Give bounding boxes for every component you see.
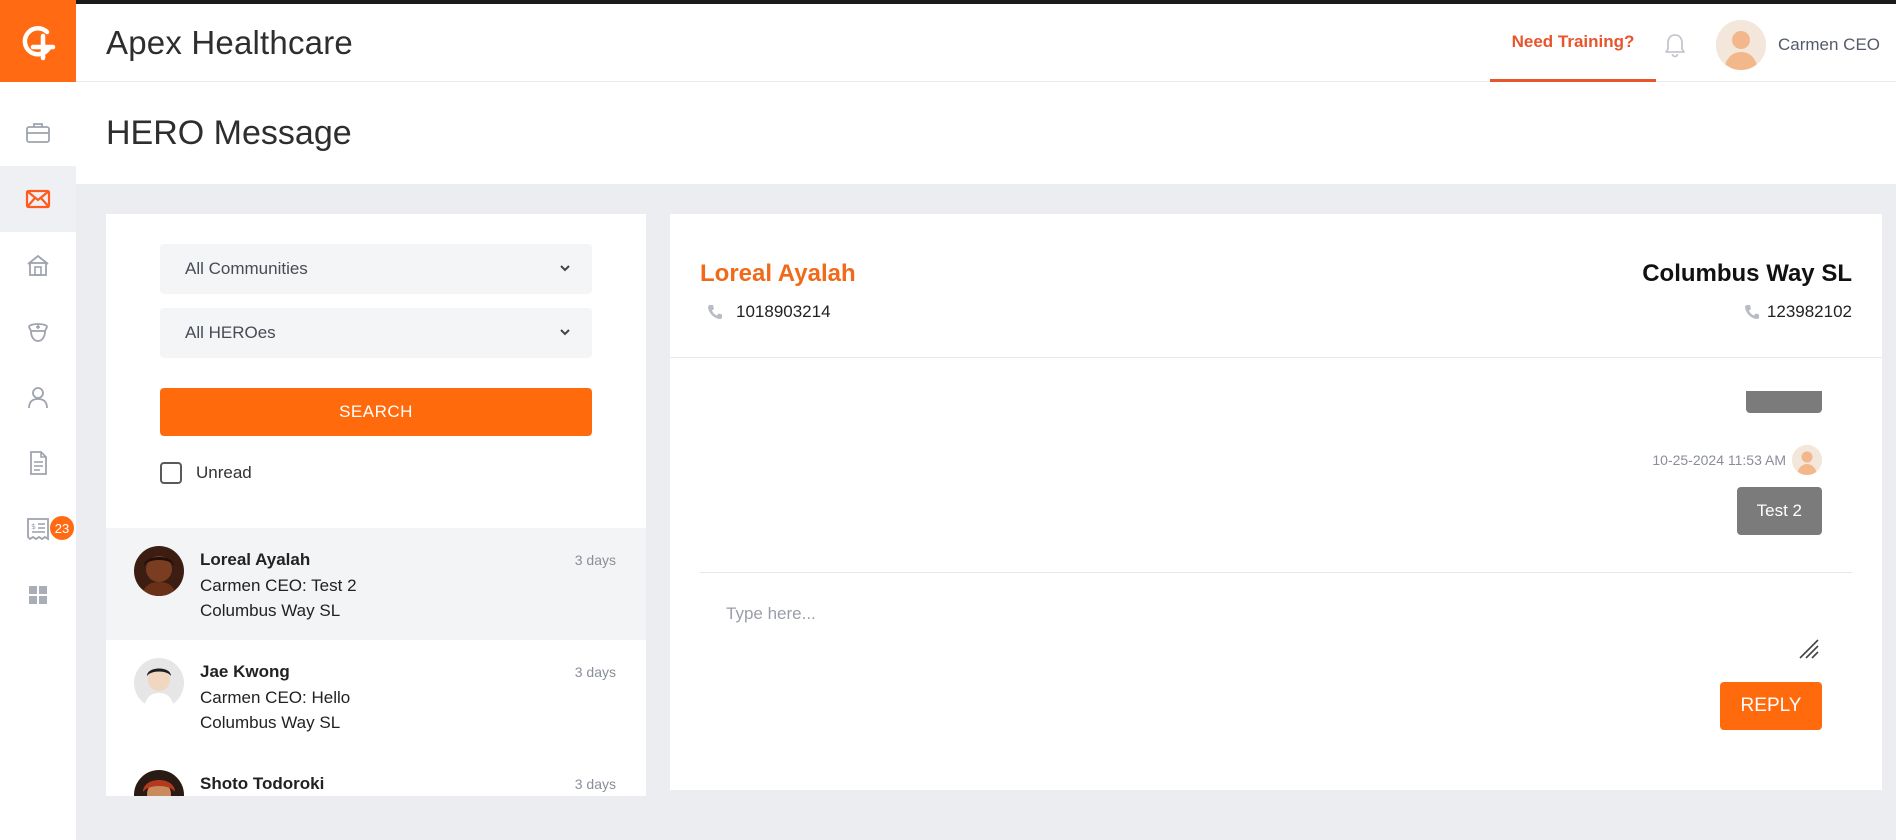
conversation-item[interactable]: Jae Kwong 3 days Carmen CEO: Hello Colum…: [106, 640, 646, 752]
conversation-community: Columbus Way SL: [200, 601, 341, 620]
chevron-down-icon: [560, 329, 570, 336]
sidebar-item-dashboard[interactable]: [0, 562, 76, 628]
nurse-cap-icon: [28, 323, 48, 342]
message-history[interactable]: 10-25-2024 11:53 AM Test 2: [670, 359, 1882, 537]
hero-select[interactable]: All HEROes: [160, 308, 592, 358]
envelope-icon: [25, 189, 51, 209]
user-name: Carmen CEO: [1778, 35, 1881, 54]
user-avatar-icon: [1792, 445, 1822, 475]
community-select[interactable]: All Communities: [160, 244, 592, 294]
grid-icon: [29, 586, 47, 604]
chevron-down-icon: [560, 265, 570, 272]
conversation-item[interactable]: Shoto Todoroki 3 days: [106, 752, 646, 796]
unread-label: Unread: [196, 463, 252, 482]
conversation-item[interactable]: Loreal Ayalah 3 days Carmen CEO: Test 2 …: [106, 528, 646, 640]
contact-phone-number: 1018903214: [736, 302, 831, 321]
conversation-time: 3 days: [574, 552, 616, 568]
sidebar-item-messages[interactable]: [0, 166, 76, 232]
reply-input[interactable]: [700, 588, 1852, 680]
sidebar-item-documents[interactable]: [0, 430, 76, 496]
person-avatar-icon: [134, 546, 184, 596]
home-icon: [27, 254, 49, 276]
community-phone: 123982102: [1743, 302, 1852, 322]
search-button[interactable]: SEARCH: [160, 388, 592, 436]
need-training-link[interactable]: Need Training?: [1490, 4, 1656, 82]
user-avatar-icon: [1716, 20, 1766, 70]
conversation-name: Jae Kwong: [200, 662, 290, 681]
page-header: HERO Message: [76, 82, 1896, 184]
sidebar-item-billing[interactable]: $ 23: [0, 496, 76, 562]
conversation-avatar: [134, 770, 184, 796]
user-icon: [28, 387, 48, 409]
conversation-name: Shoto Todoroki: [200, 774, 325, 793]
briefcase-icon: [26, 123, 50, 143]
apex-plus-logo-icon: [22, 26, 56, 61]
user-menu[interactable]: Carmen CEO: [1716, 19, 1880, 71]
person-avatar-icon: [134, 770, 184, 796]
conversation-preview: Carmen CEO: Test 2: [200, 576, 357, 595]
community-phone-number: 123982102: [1766, 302, 1852, 321]
conversation-avatar: [134, 546, 184, 596]
sidebar-item-heroes[interactable]: [0, 298, 76, 364]
message-timestamp: 10-25-2024 11:53 AM: [1652, 452, 1786, 468]
unread-checkbox[interactable]: [160, 462, 182, 484]
message-thread-panel: Loreal Ayalah 1018903214 Columbus Way SL…: [670, 214, 1882, 790]
sidebar: $ 23: [0, 82, 76, 840]
thread-header: Loreal Ayalah 1018903214 Columbus Way SL…: [670, 214, 1882, 358]
conversation-community: Columbus Way SL: [200, 713, 341, 732]
community-name: Columbus Way SL: [1642, 260, 1852, 287]
message-bubble: Test 2: [1736, 487, 1822, 535]
resize-handle-icon[interactable]: [1798, 638, 1820, 660]
billing-count-badge: 23: [50, 516, 74, 540]
apex-logo[interactable]: [0, 0, 76, 86]
sender-avatar: [1792, 445, 1822, 475]
message-meta: 10-25-2024 11:53 AM: [1652, 445, 1822, 475]
hero-select-value: All HEROes: [185, 323, 276, 342]
bell-icon: [1665, 34, 1685, 58]
conversation-preview: Carmen CEO: Hello: [200, 688, 351, 707]
person-avatar-icon: [134, 658, 184, 708]
notifications-button[interactable]: [1660, 30, 1690, 60]
page-title: HERO Message: [106, 114, 352, 152]
sidebar-item-users[interactable]: [0, 364, 76, 430]
conversation-list-panel: All Communities All HEROes SEARCH Unread…: [106, 214, 646, 796]
conversation-name: Loreal Ayalah: [200, 550, 311, 569]
user-avatar: [1716, 20, 1766, 70]
sidebar-item-jobs[interactable]: [0, 100, 76, 166]
phone-icon: [708, 305, 722, 319]
app-title: Apex Healthcare: [106, 24, 353, 61]
unread-filter[interactable]: Unread: [160, 462, 252, 484]
composer-divider: [700, 572, 1852, 573]
receipt-icon: $: [27, 518, 49, 541]
conversation-time: 3 days: [574, 776, 616, 792]
conversation-avatar: [134, 658, 184, 708]
conversation-time: 3 days: [574, 664, 616, 680]
contact-phone: 1018903214: [706, 302, 831, 322]
phone-icon: [1744, 305, 1759, 319]
community-select-value: All Communities: [185, 259, 308, 278]
reply-button[interactable]: REPLY: [1720, 682, 1822, 730]
contact-name[interactable]: Loreal Ayalah: [700, 260, 856, 288]
top-bar: Apex Healthcare Need Training? Carmen CE…: [0, 0, 1896, 86]
svg-text:$: $: [31, 522, 36, 531]
previous-message-bubble: [1746, 391, 1822, 413]
sidebar-item-communities[interactable]: [0, 232, 76, 298]
document-icon: [30, 451, 47, 475]
